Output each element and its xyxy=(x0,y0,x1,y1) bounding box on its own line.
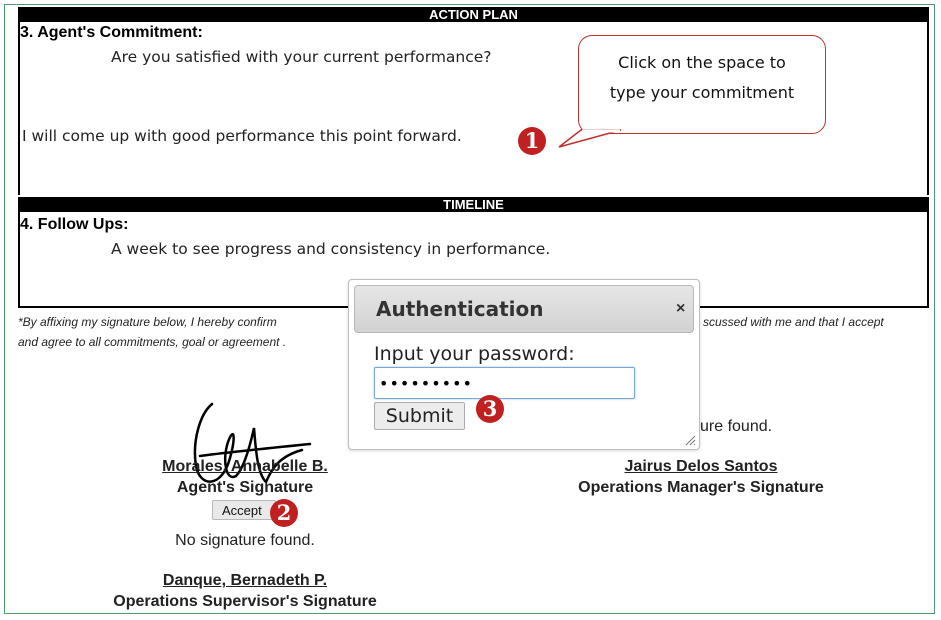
manager-role: Operations Manager's Signature xyxy=(578,479,824,496)
commitment-text-field[interactable]: I will come up with good performance thi… xyxy=(22,127,462,145)
commitment-title: 3. Agent's Commitment: xyxy=(20,24,203,41)
callout-pointer xyxy=(558,129,622,148)
close-icon[interactable]: × xyxy=(676,300,685,318)
action-plan-header: ACTION PLAN xyxy=(18,7,929,22)
commitment-question: Are you satisfied with your current perf… xyxy=(111,48,492,66)
followup-title: 4. Follow Ups: xyxy=(20,216,129,233)
resize-handle-icon[interactable] xyxy=(684,434,696,446)
accept-button[interactable]: Accept xyxy=(212,500,276,520)
disclaimer-left: *By affixing my signature below, I hereb… xyxy=(18,315,277,329)
disclaimer-right: scussed with me and that I accept xyxy=(703,315,884,329)
agent-signature-status: No signature found. xyxy=(175,532,315,549)
agent-name: Morales, Annabelle B. xyxy=(162,458,328,475)
callout-line-2: type your commitment xyxy=(609,83,795,102)
submit-button[interactable]: Submit xyxy=(374,402,465,430)
dialog-titlebar[interactable]: Authentication × xyxy=(354,285,694,333)
callout-line-1: Click on the space to xyxy=(618,53,786,72)
step-badge-1: 1 xyxy=(518,127,546,155)
timeline-header: TIMELINE xyxy=(18,197,929,212)
authentication-dialog[interactable]: Authentication × Input your password: Su… xyxy=(348,279,700,450)
password-input[interactable] xyxy=(374,367,635,399)
dialog-title: Authentication xyxy=(376,297,544,321)
instruction-callout: Click on the space to type your commitme… xyxy=(578,35,826,134)
manager-name: Jairus Delos Santos xyxy=(624,458,778,475)
supervisor-name: Danque, Bernadeth P. xyxy=(162,572,328,589)
agent-role: Agent's Signature xyxy=(176,479,314,496)
step-badge-3: 3 xyxy=(476,395,504,423)
supervisor-role: Operations Supervisor's Signature xyxy=(113,593,377,610)
step-badge-2: 2 xyxy=(270,499,298,527)
followup-text: A week to see progress and consistency i… xyxy=(111,240,551,258)
password-label: Input your password: xyxy=(374,343,575,365)
manager-signature-status: ure found. xyxy=(700,418,773,435)
